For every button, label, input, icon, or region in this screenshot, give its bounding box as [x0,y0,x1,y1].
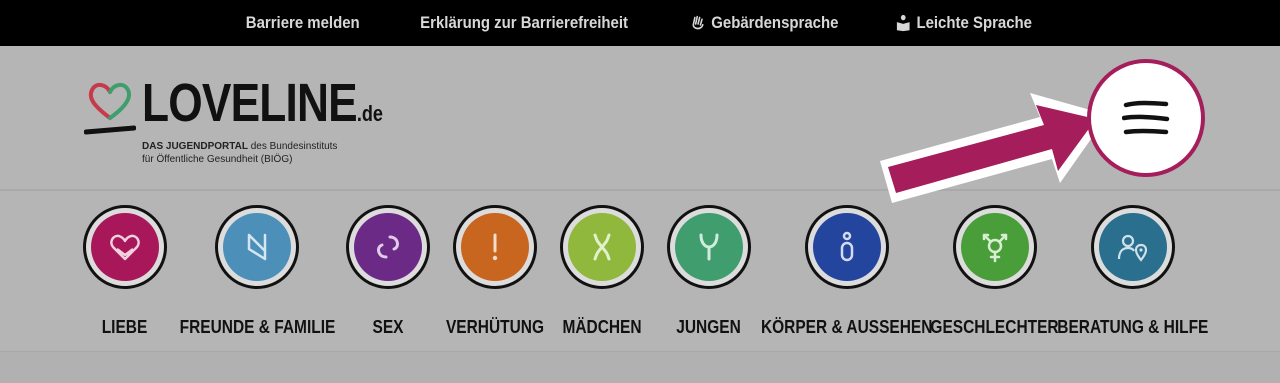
category-ring [1091,205,1175,289]
category-label: GESCHLECHTER [930,317,1060,337]
x-chromosome-icon [568,213,636,281]
category-geschlechter[interactable]: GESCHLECHTER [915,191,1075,338]
easy-language-icon [897,14,911,32]
category-label: BERATUNG & HILFE [1057,317,1209,337]
logo-sub-line2: für Öffentliche Gesundheit (BIÖG) [142,154,293,165]
category-label: JUNGEN [676,317,742,337]
logo-tld: .de [356,101,383,126]
counseling-icon [1099,213,1167,281]
category-koerper-aussehen[interactable]: KÖRPER & AUSSEHEN [761,191,933,338]
friends-icon [223,213,291,281]
category-label: KÖRPER & AUSSEHEN [761,317,933,337]
category-ring [215,205,299,289]
y-chromosome-icon [675,213,743,281]
link-label: Leichte Sprache [916,13,1033,32]
top-utility-bar: Barriere melden Erklärung zur Barrierefr… [0,0,1280,46]
heart-logo-icon [84,83,136,135]
link-label: Erklärung zur Barrierefreiheit [419,13,628,32]
logo-sub-bold: DAS JUGENDPORTAL [142,141,248,152]
logo-wordmark: LOVELINE.de [142,74,383,143]
logo-sub-rest: des Bundesinstituts [247,141,338,152]
category-ring [953,205,1037,289]
barrier-report-link[interactable]: Barriere melden [246,13,360,33]
category-ring [83,205,167,289]
content-area-edge [0,351,1280,383]
category-ring [805,205,889,289]
hamburger-menu-icon [1122,100,1170,135]
hamburger-menu-button[interactable] [1087,59,1205,177]
sign-language-link[interactable]: Gebärdensprache [690,13,838,33]
category-jungen[interactable]: JUNGEN [629,191,789,338]
logo-word: LOVELINE [142,73,358,133]
link-label: Gebärdensprache [711,13,839,32]
logo-subtitle: DAS JUGENDPORTAL des Bundesinstituts für… [142,140,337,166]
exclamation-icon [461,213,529,281]
loveline-logo[interactable]: LOVELINE.de DAS JUGENDPORTAL des Bundesi… [84,74,424,174]
body-icon [813,213,881,281]
link-label: Barriere melden [245,13,360,32]
category-label: SEX [372,317,404,337]
gender-symbol-icon [961,213,1029,281]
easy-language-link[interactable]: Leichte Sprache [896,13,1033,33]
heart-icon [91,213,159,281]
category-beratung-hilfe[interactable]: BERATUNG & HILFE [1053,191,1213,338]
category-navigation: LIEBE FREUNDE & FAMILIE SEX VERHÜTUNG MÄ… [0,191,1280,351]
sign-language-icon [692,15,704,30]
category-ring [667,205,751,289]
sex-icon [354,213,422,281]
category-label: LIEBE [102,317,148,337]
accessibility-statement-link[interactable]: Erklärung zur Barrierefreiheit [420,13,628,33]
